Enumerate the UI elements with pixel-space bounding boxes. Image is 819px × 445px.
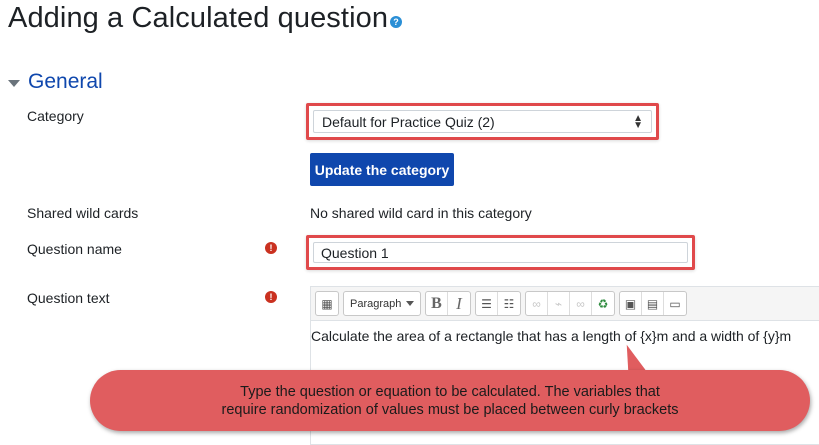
page-title-text: Adding a Calculated question bbox=[8, 2, 389, 34]
file-icon[interactable]: ▭ bbox=[664, 292, 686, 315]
ordered-list-icon[interactable]: ☷ bbox=[498, 292, 520, 315]
editor-toolbar: ▦ Paragraph B I ☰ ☷ ∞ ⌁ ∞ ♻ ▣ ▤ ▭ bbox=[311, 287, 819, 321]
unordered-list-icon[interactable]: ☰ bbox=[476, 292, 498, 315]
wildcards-value: No shared wild card in this category bbox=[310, 205, 532, 221]
category-label: Category bbox=[27, 108, 84, 124]
toolbar-group-toggle: ▦ bbox=[315, 291, 339, 316]
select-arrows-icon: ▲ ▼ bbox=[633, 112, 643, 131]
toolbar-group-format: B I bbox=[425, 291, 471, 316]
category-select[interactable]: Default for Practice Quiz (2) ▲ ▼ bbox=[313, 110, 652, 133]
toolbar-group-media: ▣ ▤ ▭ bbox=[619, 291, 687, 316]
toolbar-group-links: ∞ ⌁ ∞ ♻ bbox=[525, 291, 615, 316]
section-title[interactable]: General bbox=[28, 70, 103, 94]
category-select-value: Default for Practice Quiz (2) bbox=[322, 113, 495, 130]
image-icon[interactable]: ▣ bbox=[620, 292, 642, 315]
general-section-header[interactable]: General bbox=[8, 70, 103, 94]
question-name-label: Question name bbox=[27, 241, 122, 257]
paragraph-style-label: Paragraph bbox=[350, 297, 402, 310]
toolbar-group-style: Paragraph bbox=[343, 291, 421, 316]
category-highlight: Default for Practice Quiz (2) ▲ ▼ bbox=[306, 103, 659, 140]
instruction-callout: Type the question or equation to be calc… bbox=[90, 370, 810, 431]
link-icon[interactable]: ∞ bbox=[526, 292, 548, 315]
question-name-input[interactable]: Question 1 bbox=[313, 242, 688, 263]
caret-down-icon bbox=[406, 301, 414, 306]
anchor-icon[interactable]: ∞ bbox=[570, 292, 592, 315]
callout-line-1: Type the question or equation to be calc… bbox=[240, 383, 660, 400]
italic-button[interactable]: I bbox=[448, 292, 470, 315]
callout-line-2: require randomization of values must be … bbox=[221, 401, 679, 418]
required-icon: ! bbox=[265, 291, 277, 303]
update-category-button[interactable]: Update the category bbox=[310, 153, 454, 186]
page-title: Adding a Calculated question? bbox=[8, 2, 403, 35]
editor-content[interactable]: Calculate the area of a rectangle that h… bbox=[311, 321, 819, 344]
media-icon[interactable]: ▤ bbox=[642, 292, 664, 315]
wildcards-label: Shared wild cards bbox=[27, 205, 139, 221]
paragraph-style-select[interactable]: Paragraph bbox=[344, 292, 420, 315]
help-icon[interactable]: ? bbox=[390, 16, 403, 28]
question-name-highlight: Question 1 bbox=[306, 235, 695, 270]
unlink-icon[interactable]: ⌁ bbox=[548, 292, 570, 315]
bold-button[interactable]: B bbox=[426, 292, 448, 315]
required-icon: ! bbox=[265, 242, 277, 254]
recycle-icon[interactable]: ♻ bbox=[592, 292, 614, 315]
chevron-down-icon[interactable] bbox=[8, 79, 20, 87]
question-text-label: Question text bbox=[27, 290, 110, 306]
toolbar-toggle-icon[interactable]: ▦ bbox=[316, 292, 338, 315]
toolbar-group-lists: ☰ ☷ bbox=[475, 291, 521, 316]
